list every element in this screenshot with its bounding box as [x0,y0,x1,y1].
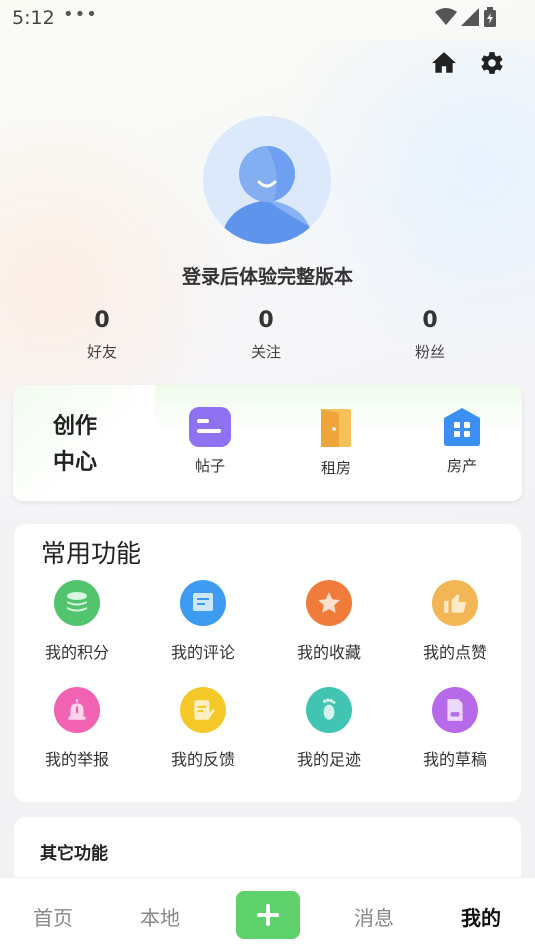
create-rental-button[interactable]: 租房 [296,407,376,478]
stat-label: 好友 [86,343,117,361]
tab-messages[interactable]: 消息 [339,902,409,931]
stat-label: 关注 [250,343,281,361]
create-item-label: 房产 [446,457,477,475]
create-property-button[interactable]: 房产 [422,407,502,476]
create-item-label: 帖子 [194,457,225,475]
common-functions-card: 常用功能 我的积分 我的评论 我的收藏 我的点赞 我的举报 我的反馈 我的足迹 … [14,524,521,802]
tab-home[interactable]: 首页 [18,902,88,931]
my-points-button[interactable]: 我的积分 [14,580,140,663]
my-footprints-button[interactable]: 我的足迹 [266,687,392,770]
function-label: 我的点赞 [422,643,487,662]
status-bar: 5:12 ••• [0,0,535,36]
home-icon[interactable] [431,50,457,76]
stat-count: 0 [258,308,274,333]
function-label: 我的足迹 [296,750,361,769]
star-icon [306,580,352,626]
user-stats: 0 好友 0 关注 0 粉丝 [20,308,512,362]
function-label: 我的草稿 [422,750,487,769]
stat-label: 粉丝 [414,343,445,361]
alarm-icon [54,687,100,733]
status-icons [435,7,497,27]
bottom-tab-bar: 首页 本地 消息 我的 [0,877,535,951]
stat-followers[interactable]: 0 粉丝 [348,308,512,362]
creation-center-title: 创作中心 [53,414,98,475]
avatar[interactable] [203,116,331,244]
create-item-label: 租房 [320,459,351,477]
my-reports-button[interactable]: 我的举报 [14,687,140,770]
tab-local[interactable]: 本地 [125,902,195,931]
post-icon [189,407,231,447]
stat-count: 0 [422,308,438,333]
section-title: 其它功能 [40,844,108,864]
footprint-icon [306,687,352,733]
my-likes-button[interactable]: 我的点赞 [392,580,518,663]
section-title: 常用功能 [41,539,142,568]
function-label: 我的评论 [170,643,235,662]
default-avatar-icon [221,146,313,244]
notification-dots: ••• [63,4,98,25]
coins-icon [54,580,100,626]
gear-icon[interactable] [479,50,505,76]
signal-icon [461,8,479,26]
my-drafts-button[interactable]: 我的草稿 [392,687,518,770]
login-prompt[interactable]: 登录后体验完整版本 [0,262,535,289]
stat-count: 0 [94,308,110,333]
function-label: 我的反馈 [170,750,235,769]
door-icon [321,409,351,447]
tab-mine[interactable]: 我的 [446,902,516,931]
comment-icon [180,580,226,626]
header-actions [431,50,505,76]
my-feedback-button[interactable]: 我的反馈 [140,687,266,770]
stat-friends[interactable]: 0 好友 [20,308,184,362]
house-grid-icon [444,408,480,446]
my-comments-button[interactable]: 我的评论 [140,580,266,663]
create-post-button[interactable]: 帖子 [170,407,250,476]
publish-button[interactable] [236,891,300,939]
wifi-icon [435,8,457,25]
draft-icon [432,687,478,733]
creation-center: 创作中心 帖子 租房 房产 [13,385,522,501]
function-label: 我的收藏 [296,643,361,662]
my-favorites-button[interactable]: 我的收藏 [266,580,392,663]
thumb-up-icon [432,580,478,626]
function-label: 我的举报 [44,750,109,769]
stat-following[interactable]: 0 关注 [184,308,348,362]
feedback-icon [180,687,226,733]
function-label: 我的积分 [44,643,109,662]
plus-icon [257,904,279,926]
status-time: 5:12 [12,7,55,29]
battery-icon [484,7,496,27]
